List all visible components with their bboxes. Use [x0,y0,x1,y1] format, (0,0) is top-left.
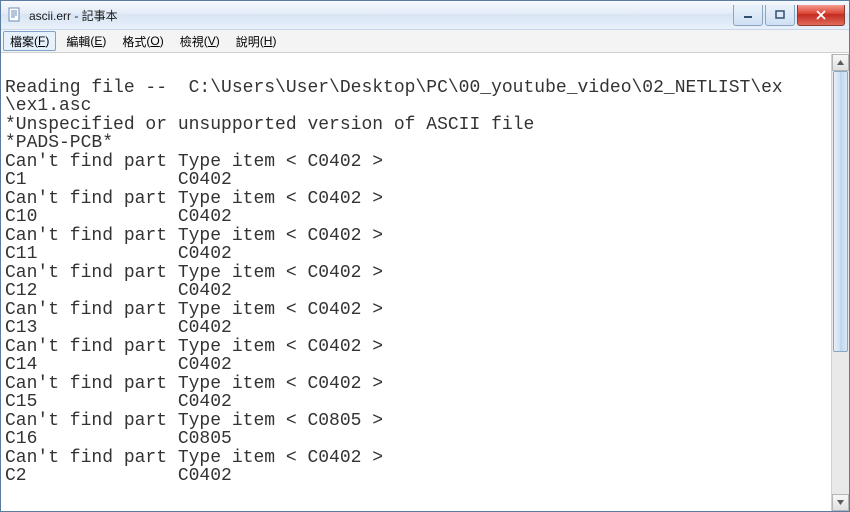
scroll-down-button[interactable] [832,494,849,511]
app-icon [7,7,23,23]
scroll-up-button[interactable] [832,54,849,71]
menu-help[interactable]: 說明(H) [228,30,285,52]
minimize-button[interactable] [733,5,763,26]
scroll-track[interactable] [832,71,849,494]
scroll-thumb[interactable] [833,71,848,352]
vertical-scrollbar[interactable] [831,54,849,511]
close-button[interactable] [797,5,845,26]
notepad-window: ascii.err - 記事本 檔案(F) 編輯(E) 格式(O) 檢視(V) [0,0,850,512]
menu-bar: 檔案(F) 編輯(E) 格式(O) 檢視(V) 說明(H) [1,30,849,53]
maximize-button[interactable] [765,5,795,26]
menu-edit[interactable]: 編輯(E) [58,30,114,52]
menu-view[interactable]: 檢視(V) [172,30,228,52]
menu-file[interactable]: 檔案(F) [3,31,56,51]
window-title: ascii.err - 記事本 [29,7,731,24]
text-content[interactable]: Reading file -- C:\Users\User\Desktop\PC… [1,54,832,511]
client-area: Reading file -- C:\Users\User\Desktop\PC… [1,53,849,511]
title-bar[interactable]: ascii.err - 記事本 [1,1,849,30]
menu-format[interactable]: 格式(O) [114,30,171,52]
window-controls [731,5,845,25]
